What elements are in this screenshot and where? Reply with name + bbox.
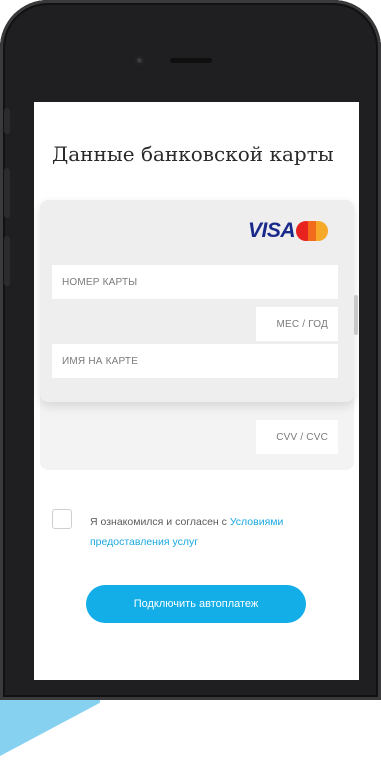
visa-logo-icon: VISA — [248, 219, 296, 242]
phone-mute-switch — [4, 108, 10, 134]
phone-volume-up-button — [4, 168, 10, 218]
card-brand-logos: VISA — [248, 219, 329, 242]
card-number-input[interactable] — [52, 265, 338, 299]
phone-screen: Данные банковской карты VISA Я ознакомил… — [34, 102, 359, 680]
speaker-grille — [170, 58, 212, 63]
page-title: Данные банковской карты — [52, 142, 334, 166]
scrollbar-thumb[interactable] — [354, 295, 358, 335]
expiry-date-input[interactable] — [256, 307, 338, 341]
mastercard-icon — [296, 221, 329, 241]
cvv-input[interactable] — [256, 420, 338, 454]
agreement-label: Я ознакомился и согласен с — [90, 516, 230, 528]
phone-volume-down-button — [4, 236, 10, 286]
phone-frame: Данные банковской карты VISA Я ознакомил… — [0, 0, 381, 700]
agreement-text: Я ознакомился и согласен с Условиями пре… — [90, 512, 350, 552]
cardholder-name-input[interactable] — [52, 344, 338, 378]
enable-autopay-button[interactable]: Подключить автоплатеж — [86, 585, 306, 623]
camera-icon — [135, 56, 144, 65]
agreement-checkbox[interactable] — [52, 509, 72, 529]
